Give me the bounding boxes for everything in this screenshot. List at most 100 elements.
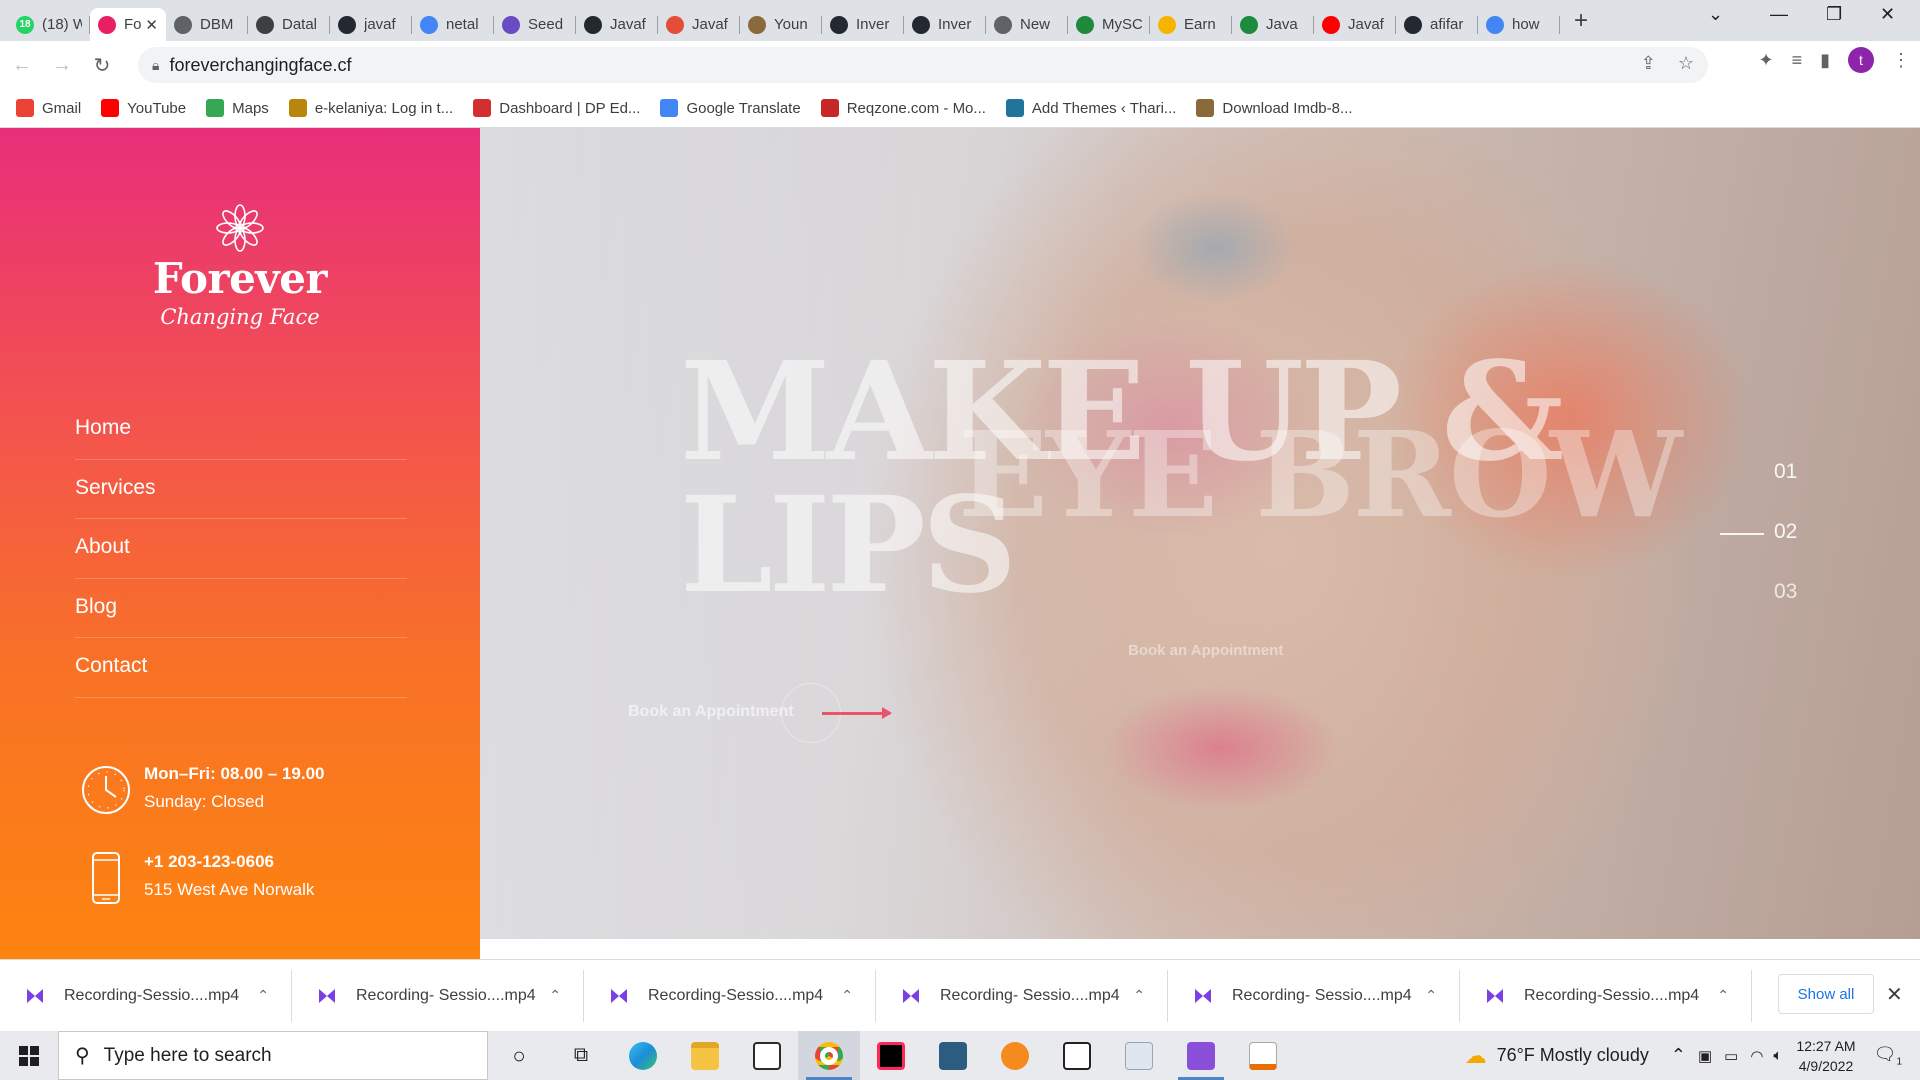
start-button[interactable] [0,1031,58,1080]
taskbar-app-brave[interactable] [984,1031,1046,1080]
browser-tab[interactable]: javaf [330,8,412,41]
close-downloads-icon[interactable]: ✕ [1886,982,1903,1007]
chevron-up-icon[interactable]: ⌃ [841,987,853,1004]
slide-number-2[interactable]: 02 [1774,520,1797,544]
browser-tab[interactable]: how [1478,8,1560,41]
address-bar[interactable]: 🔒︎ foreverchangingface.cf ⇪ ☆ [138,47,1708,83]
book-appointment-link[interactable]: Book an Appointment [628,703,794,721]
download-item[interactable]: Recording-Sessio....mp4 ⌃ [584,969,876,1022]
browser-tab[interactable]: Javaf [1314,8,1396,41]
arrow-right-icon[interactable] [822,707,892,719]
new-tab-button[interactable]: + [1574,7,1588,35]
taskbar-app-mysql[interactable] [922,1031,984,1080]
bookmark-item[interactable]: Download Imdb-8... [1196,99,1353,117]
share-icon[interactable]: ⇪ [1641,53,1656,74]
browser-tab[interactable]: DBM [166,8,248,41]
taskbar-app-chrome[interactable] [798,1031,860,1080]
extensions-icon[interactable]: ✦ [1758,50,1773,71]
volume-icon[interactable]: 🔈︎ [1773,1047,1782,1064]
bookmark-item[interactable]: e-kelaniya: Log in t... [288,99,453,117]
browser-tab[interactable]: netal [412,8,494,41]
menu-item-blog[interactable]: Blog [75,579,407,638]
download-item[interactable]: Recording- Sessio....mp4 ⌃ [1168,969,1460,1022]
chevron-up-icon[interactable]: ⌃ [549,987,561,1004]
browser-tab[interactable]: Inver [904,8,986,41]
browser-tab[interactable]: Seed [494,8,576,41]
tab-favicon-icon [912,15,930,34]
download-item[interactable]: Recording- Sessio....mp4 ⌃ [292,969,584,1022]
close-tab-icon[interactable]: ✕ [145,16,158,34]
browser-tab[interactable]: Earn [1150,8,1232,41]
browser-tab[interactable]: Inver [822,8,904,41]
phone-number[interactable]: +1 203-123-0606 [144,852,274,871]
bookmark-item[interactable]: Dashboard | DP Ed... [473,99,640,117]
reading-list-icon[interactable]: ≡ [1792,50,1803,71]
bookmark-item[interactable]: Reqzone.com - Mo... [820,99,986,117]
taskbar-app-photos[interactable] [1046,1031,1108,1080]
download-item[interactable]: Recording- Sessio....mp4 ⌃ [876,969,1168,1022]
bookmark-item[interactable]: Maps [206,99,269,117]
browser-tab[interactable]: Datal [248,8,330,41]
tab-title: DBM [200,16,234,33]
browser-tab[interactable]: New [986,8,1068,41]
side-panel-icon[interactable]: ▮ [1820,50,1830,71]
bookmark-item[interactable]: YouTube [101,99,186,117]
show-all-button[interactable]: Show all [1778,974,1874,1014]
notifications-icon[interactable]: 🗨︎1 [1874,1044,1902,1068]
slide-number-1[interactable]: 01 [1774,460,1797,484]
tab-search-icon[interactable]: ⌄ [1708,4,1723,25]
download-filename: Recording- Sessio....mp4 [1232,986,1412,1004]
browser-tab[interactable]: 18 (18) W [8,8,90,41]
bookmark-item[interactable]: Add Themes ‹ Thari... [1005,99,1176,117]
back-button[interactable]: ← [4,47,40,83]
tab-favicon-icon [830,15,848,34]
battery-icon[interactable]: ▭ [1724,1047,1738,1065]
chevron-up-icon[interactable]: ⌃ [1425,987,1437,1004]
task-view-button[interactable]: ⧉ [550,1031,612,1080]
cortana-button[interactable]: ○ [488,1031,550,1080]
clock[interactable]: 12:27 AM 4/9/2022 [1796,1036,1855,1076]
minimize-button[interactable]: — [1770,4,1788,25]
chevron-up-icon[interactable]: ⌃ [1671,1045,1686,1066]
browser-tab[interactable]: MySC [1068,8,1150,41]
download-item[interactable]: Recording-Sessio....mp4 ⌃ [1460,969,1752,1022]
taskbar-app-java[interactable] [1232,1031,1294,1080]
taskbar-app-explorer[interactable] [674,1031,736,1080]
taskbar-app-generic[interactable] [1108,1031,1170,1080]
taskbar-app-visual-studio[interactable] [1170,1031,1232,1080]
browser-tab[interactable]: Javaf [658,8,740,41]
chevron-up-icon[interactable]: ⌃ [257,987,269,1004]
taskbar-app-mail[interactable] [736,1031,798,1080]
menu-item-services[interactable]: Services [75,460,407,519]
wifi-icon[interactable]: ◠ [1750,1047,1763,1065]
chevron-up-icon[interactable]: ⌃ [1133,987,1145,1004]
bookmark-item[interactable]: Google Translate [660,99,801,117]
tab-active[interactable]: Fo ✕ [90,8,166,41]
menu-item-contact[interactable]: Contact [75,638,407,698]
maximize-button[interactable]: ❐ [1826,4,1842,25]
menu-item-home[interactable]: Home [75,400,407,460]
profile-avatar[interactable]: t [1848,47,1874,73]
menu-kebab-icon[interactable]: ⋮ [1892,50,1910,71]
download-item[interactable]: Recording-Sessio....mp4 ⌃ [0,969,292,1022]
forward-button[interactable]: → [44,47,80,83]
close-window-button[interactable]: ✕ [1880,4,1895,25]
taskbar-app-intellij[interactable] [860,1031,922,1080]
chevron-up-icon[interactable]: ⌃ [1717,987,1729,1004]
browser-tab[interactable]: afifar [1396,8,1478,41]
device-icon[interactable]: ▣ [1698,1047,1712,1065]
brand-title[interactable]: Forever [0,254,480,303]
url-text[interactable]: foreverchangingface.cf [169,55,351,76]
slide-number-3[interactable]: 03 [1774,580,1797,604]
taskbar-search-box[interactable]: ⚲ Type here to search [58,1031,488,1080]
browser-tab[interactable]: Java [1232,8,1314,41]
menu-item-about[interactable]: About [75,519,407,579]
bookmark-star-icon[interactable]: ☆ [1678,53,1694,74]
reload-button[interactable]: ↻ [84,47,120,83]
browser-tab[interactable]: Youn [740,8,822,41]
weather-text[interactable]: 76°F Mostly cloudy [1497,1045,1649,1066]
bookmark-item[interactable]: Gmail [16,99,81,117]
browser-tab[interactable]: Javaf [576,8,658,41]
photos-icon [1063,1041,1091,1070]
taskbar-app-edge[interactable] [612,1031,674,1080]
